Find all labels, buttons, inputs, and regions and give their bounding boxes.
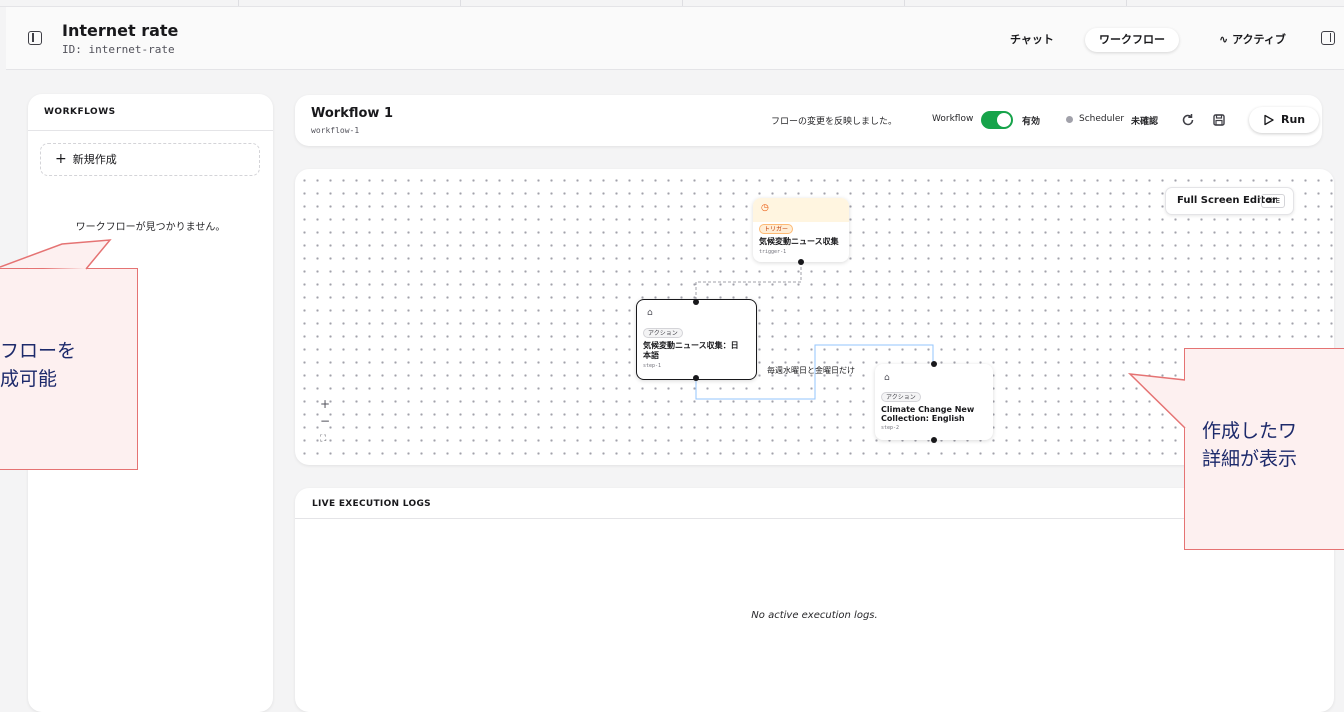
robot-icon: ⌂ [884,373,890,383]
workflow-toolbar: Workflow 1 workflow-1 フローの変更を反映しました。 Wor… [295,95,1322,146]
new-workflow-label: 新規作成 [72,153,117,166]
node-type-pill: アクション [881,392,921,402]
divider [28,130,273,131]
logs-empty-message: No active execution logs. [751,610,878,621]
edge-label: 毎週水曜日と金曜日だけ [767,366,855,375]
annotation-callout-left: フローを 成可能 [0,268,138,470]
node-type-pill: トリガー [759,224,794,234]
play-icon [1264,114,1274,126]
plus-icon: + [55,151,67,167]
node-title-line2: 本語 [643,351,659,360]
node-type-pill: アクション [643,328,683,338]
annotation-line2: 成可能 [0,368,58,390]
workflow-slug: workflow-1 [311,126,360,135]
activity-icon: ∿ [1219,33,1229,46]
new-workflow-button[interactable]: + 新規作成 [40,143,260,176]
collapse-sidebar-icon[interactable] [28,31,42,45]
empty-workflows-message: ワークフローが見つかりません。 [75,222,226,233]
step-2-input-handle[interactable] [931,361,937,367]
annotation-line1: 作成したワ [1202,420,1298,442]
step-1-input-handle[interactable] [693,299,699,305]
robot-icon: ⌂ [647,308,653,318]
callout-pointer-right [1127,373,1186,429]
annotation-callout-right: 作成したワ 詳細が表示 [1184,348,1344,550]
app-title: Internet rate [62,21,179,40]
logs-title: LIVE EXECUTION LOGS [312,499,431,509]
clock-icon: ◷ [761,203,769,213]
node-title-line1: 気候変動ニュース収集：日 [643,341,739,350]
tab-chat[interactable]: チャット [996,28,1068,52]
step-2-node[interactable]: ⌂ アクション Climate Change New Collection: E… [875,364,993,440]
workflow-enabled-toggle[interactable] [981,111,1013,129]
node-title-line2: Collection: English [881,414,965,423]
zoom-out-icon[interactable]: − [320,415,330,427]
scheduler-state: 未確認 [1131,117,1159,127]
tab-workflow[interactable]: ワークフロー [1085,28,1179,52]
edge-trigger-to-step1 [695,262,802,302]
top-tab-strip [0,0,1344,7]
zoom-in-icon[interactable]: + [320,398,330,410]
workflows-title: WORKFLOWS [44,107,116,117]
collapse-right-panel-icon[interactable] [1321,31,1335,45]
step-2-output-handle[interactable] [931,437,937,443]
active-button[interactable]: ∿ アクティブ [1205,28,1300,52]
trigger-node[interactable]: ◷ トリガー 気候変動ニュース収集 trigger-1 [753,198,849,262]
scheduler-label: Scheduler [1079,114,1125,124]
node-title-line1: Climate Change New [881,405,975,414]
save-icon[interactable] [1208,109,1230,131]
annotation-line2: 詳細が表示 [1202,448,1298,470]
refresh-icon[interactable] [1177,109,1199,131]
node-title: 気候変動ニュース収集 [759,237,839,246]
node-id: trigger-1 [759,249,787,255]
trigger-output-handle[interactable] [798,259,804,265]
workflow-toggle-state: 有効 [1022,117,1041,127]
app-id: ID: internet-rate [62,43,175,56]
execution-logs-panel: LIVE EXECUTION LOGS No active execution … [295,488,1334,712]
callout-pointer-left [0,239,112,270]
run-label: Run [1281,113,1306,126]
run-button[interactable]: Run [1249,107,1319,133]
step-1-output-handle[interactable] [693,375,699,381]
annotation-line1: フローを [0,340,77,362]
workflow-toggle-label: Workflow [932,114,974,124]
divider [295,518,1334,519]
scheduler-status-dot [1066,116,1073,123]
fit-view-icon[interactable]: ⛶ [320,433,326,445]
active-label: アクティブ [1232,33,1286,46]
node-id: step-2 [881,425,900,431]
node-id: step-1 [643,363,662,369]
step-1-node[interactable]: ⌂ アクション 気候変動ニュース収集：日 本語 step-1 [636,299,757,380]
workflow-name: Workflow 1 [311,106,394,121]
app-header: Internet rate ID: internet-rate チャット ワーク… [6,7,1344,70]
status-message: フローの変更を反映しました。 [771,117,898,127]
